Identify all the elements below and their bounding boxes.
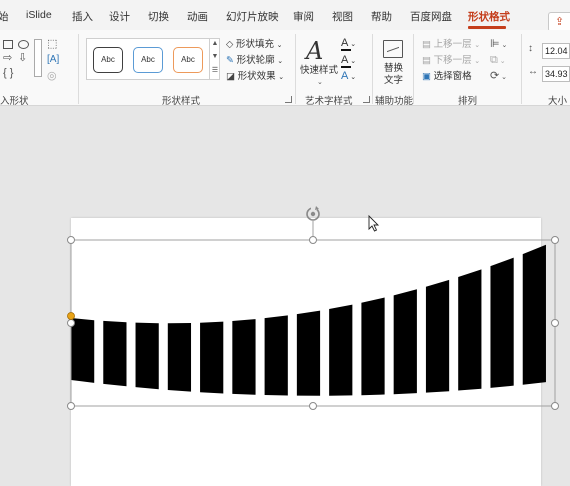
wave-stripe <box>329 304 353 396</box>
wave-stripe <box>232 319 256 395</box>
adjust-handle[interactable] <box>67 312 75 320</box>
striped-wave-shape[interactable] <box>71 244 546 396</box>
resize-handle-s <box>309 402 317 410</box>
selection-overlay <box>67 206 559 410</box>
wave-stripe <box>425 279 450 393</box>
resize-handle-e <box>551 319 559 327</box>
wave-stripe <box>522 244 546 385</box>
wave-stripe <box>71 318 95 383</box>
resize-handle-ne <box>551 236 559 244</box>
resize-handle-nw <box>67 236 75 244</box>
wave-stripe <box>135 322 159 390</box>
rotate-icon[interactable] <box>306 206 320 221</box>
wave-stripe <box>458 269 482 391</box>
resize-handle-w <box>67 319 75 327</box>
mouse-cursor-icon <box>368 214 380 232</box>
wave-stripe <box>264 315 288 396</box>
resize-handle-se <box>551 402 559 410</box>
wave-stripe <box>296 310 321 396</box>
wave-stripe <box>490 257 514 388</box>
wave-stripe <box>200 321 224 394</box>
wave-stripe <box>361 297 385 396</box>
wave-stripe <box>393 289 417 395</box>
wave-stripe <box>103 320 127 387</box>
resize-handle-sw <box>67 402 75 410</box>
wave-stripe <box>167 322 192 392</box>
resize-handle-n <box>309 236 317 244</box>
